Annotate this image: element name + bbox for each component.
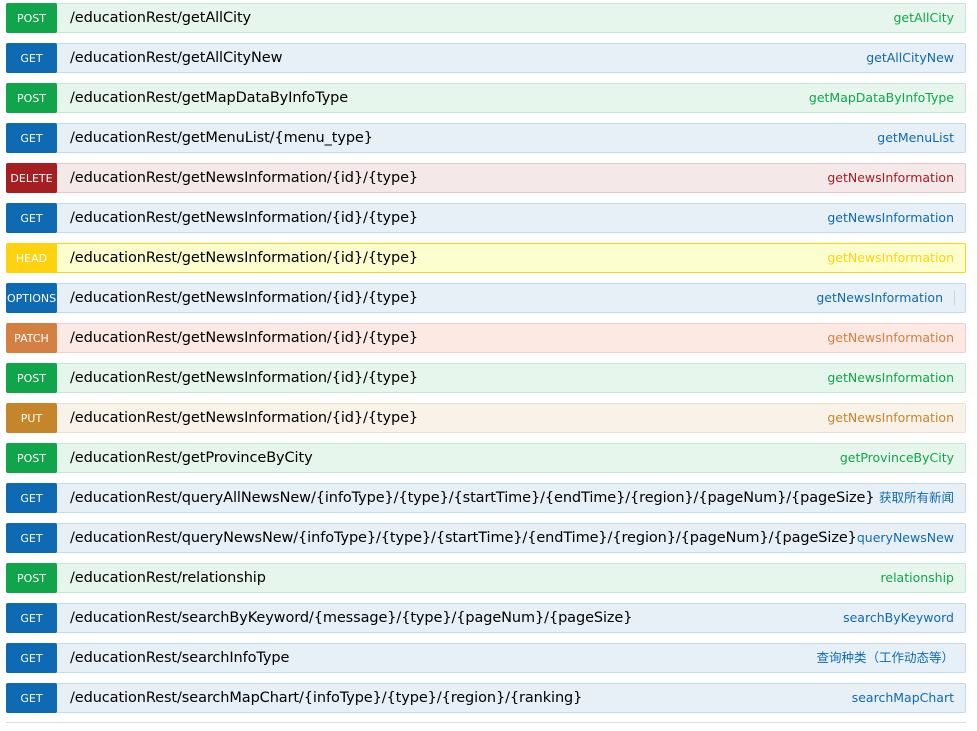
endpoint-row[interactable]: POST/educationRest/getNewsInformation/{i… — [6, 363, 966, 393]
endpoint-row[interactable]: GET/educationRest/searchByKeyword/{messa… — [6, 603, 966, 633]
endpoint-path[interactable]: /educationRest/getNewsInformation/{id}/{… — [70, 170, 418, 186]
endpoint-row[interactable]: POST/educationRest/getAllCity getAllCity — [6, 3, 966, 33]
endpoint-summary[interactable]: getNewsInformation — [827, 404, 954, 432]
method-badge: GET — [6, 683, 57, 713]
method-badge: GET — [6, 523, 57, 553]
method-badge: GET — [6, 483, 57, 513]
endpoint-summary[interactable]: 查询种类（工作动态等） — [816, 644, 954, 672]
endpoint-row[interactable]: GET/educationRest/queryNewsNew/{infoType… — [6, 523, 966, 553]
endpoint-path[interactable]: /educationRest/getNewsInformation/{id}/{… — [70, 250, 418, 266]
endpoint-row[interactable]: GET/educationRest/getNewsInformation/{id… — [6, 203, 966, 233]
method-badge: OPTIONS — [6, 283, 57, 313]
endpoint-summary[interactable]: getMapDataByInfoType — [809, 84, 954, 112]
endpoint-summary[interactable]: relationship — [881, 564, 954, 592]
endpoint-summary[interactable]: getNewsInformation — [827, 204, 954, 232]
endpoint-summary[interactable]: queryNewsNew — [857, 524, 954, 552]
divider — [6, 722, 966, 723]
endpoint-path[interactable]: /educationRest/getMapDataByInfoType — [70, 90, 348, 106]
endpoint-row[interactable]: POST/educationRest/relationship relations… — [6, 563, 966, 593]
endpoint-list: POST/educationRest/getAllCity getAllCity … — [6, 3, 966, 723]
endpoint-row[interactable]: DELETE/educationRest/getNewsInformation/… — [6, 163, 966, 193]
method-badge: GET — [6, 203, 57, 233]
endpoint-path[interactable]: /educationRest/getAllCityNew — [70, 50, 282, 66]
endpoint-row[interactable]: OPTIONS/educationRest/getNewsInformation… — [6, 283, 966, 313]
method-badge: POST — [6, 443, 57, 473]
endpoint-summary[interactable]: getNewsInformation — [827, 324, 954, 352]
method-badge: GET — [6, 643, 57, 673]
endpoint-path[interactable]: /educationRest/getNewsInformation/{id}/{… — [70, 290, 418, 306]
endpoint-summary[interactable]: getNewsInformation — [816, 284, 943, 312]
endpoint-summary[interactable]: getNewsInformation — [827, 164, 954, 192]
endpoint-summary[interactable]: 获取所有新闻 — [879, 484, 954, 512]
endpoint-row[interactable]: GET/educationRest/getAllCityNew getAllCit… — [6, 43, 966, 73]
endpoint-path[interactable]: /educationRest/getAllCity — [70, 10, 251, 26]
method-badge: GET — [6, 123, 57, 153]
endpoint-path[interactable]: /educationRest/relationship — [70, 570, 266, 586]
divider — [954, 291, 955, 305]
endpoint-row[interactable]: PATCH/educationRest/getNewsInformation/{… — [6, 323, 966, 353]
endpoint-summary[interactable]: getAllCity — [893, 4, 954, 32]
method-badge: GET — [6, 43, 57, 73]
endpoint-summary[interactable]: getAllCityNew — [866, 44, 954, 72]
endpoint-summary[interactable]: getNewsInformation — [827, 364, 954, 392]
endpoint-row[interactable]: GET/educationRest/queryAllNewsNew/{infoT… — [6, 483, 966, 513]
method-badge: POST — [6, 563, 57, 593]
endpoint-summary[interactable]: searchMapChart — [852, 684, 954, 712]
endpoint-path[interactable]: /educationRest/getNewsInformation/{id}/{… — [70, 210, 418, 226]
endpoint-row[interactable]: PUT/educationRest/getNewsInformation/{id… — [6, 403, 966, 433]
endpoint-row[interactable]: HEAD/educationRest/getNewsInformation/{i… — [6, 243, 966, 273]
endpoint-path[interactable]: /educationRest/getNewsInformation/{id}/{… — [70, 330, 418, 346]
endpoint-row[interactable]: GET/educationRest/searchMapChart/{infoTy… — [6, 683, 966, 713]
endpoint-summary[interactable]: getProvinceByCity — [840, 444, 954, 472]
endpoint-row[interactable]: GET/educationRest/searchInfoType 查询种类（工作动… — [6, 643, 966, 673]
endpoint-path[interactable]: /educationRest/searchInfoType — [70, 650, 289, 666]
endpoint-path[interactable]: /educationRest/queryAllNewsNew/{infoType… — [70, 490, 875, 506]
endpoint-path[interactable]: /educationRest/queryNewsNew/{infoType}/{… — [70, 530, 857, 546]
endpoint-row[interactable]: POST/educationRest/getMapDataByInfoType g… — [6, 83, 966, 113]
method-badge: POST — [6, 3, 57, 33]
endpoint-path[interactable]: /educationRest/searchByKeyword/{message}… — [70, 610, 632, 626]
endpoint-path[interactable]: /educationRest/searchMapChart/{infoType}… — [70, 690, 582, 706]
method-badge: POST — [6, 83, 57, 113]
method-badge: POST — [6, 363, 57, 393]
method-badge: PUT — [6, 403, 57, 433]
endpoint-path[interactable]: /educationRest/getMenuList/{menu_type} — [70, 130, 373, 146]
method-badge: HEAD — [6, 243, 57, 273]
endpoint-row[interactable]: POST/educationRest/getProvinceByCity getP… — [6, 443, 966, 473]
endpoint-path[interactable]: /educationRest/getProvinceByCity — [70, 450, 313, 466]
endpoint-path[interactable]: /educationRest/getNewsInformation/{id}/{… — [70, 370, 418, 386]
endpoint-row[interactable]: GET/educationRest/getMenuList/{menu_type… — [6, 123, 966, 153]
method-badge: GET — [6, 603, 57, 633]
endpoint-summary[interactable]: getMenuList — [877, 124, 954, 152]
method-badge: PATCH — [6, 323, 57, 353]
endpoint-summary[interactable]: getNewsInformation — [827, 244, 954, 272]
method-badge: DELETE — [6, 163, 57, 193]
endpoint-path[interactable]: /educationRest/getNewsInformation/{id}/{… — [70, 410, 418, 426]
endpoint-summary[interactable]: searchByKeyword — [843, 604, 954, 632]
